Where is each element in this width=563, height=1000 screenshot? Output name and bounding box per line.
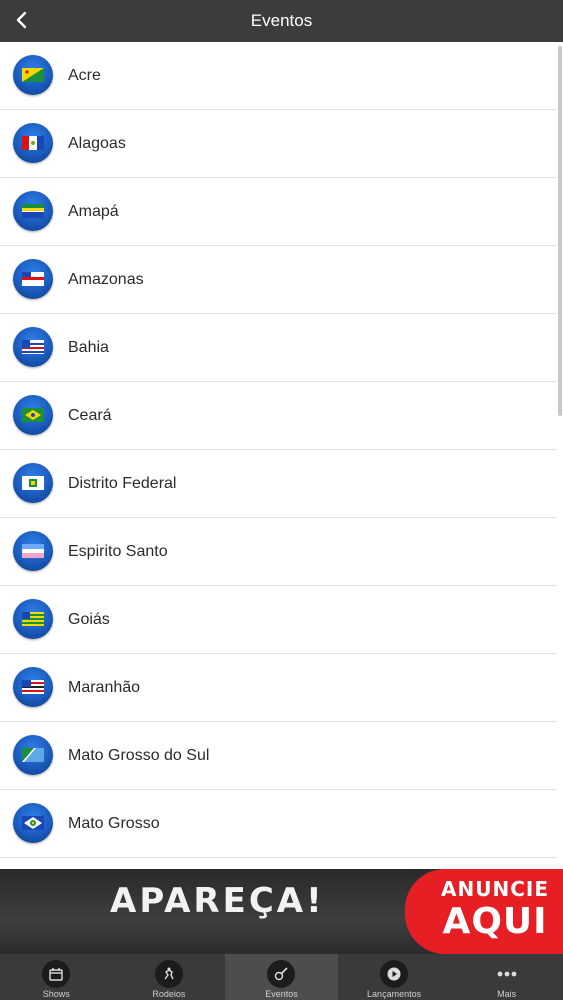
list-item-bahia[interactable]: Bahia	[0, 314, 557, 382]
list-item-label: Alagoas	[68, 135, 126, 152]
list-item-amazonas[interactable]: Amazonas	[0, 246, 557, 314]
list-item-espirito-santo[interactable]: Espirito Santo	[0, 518, 557, 586]
list-item-goias[interactable]: Goiás	[0, 586, 557, 654]
tab-bar: Shows Rodeios Eventos Lançamentos Mais	[0, 954, 563, 1000]
banner-cta-line1: ANUNCIE	[441, 877, 549, 901]
list-item-label: Maranhão	[68, 679, 141, 696]
list-item-maranhao[interactable]: Maranhão	[0, 654, 557, 722]
rodeo-icon	[154, 960, 183, 988]
list-item-label: Mato Grosso do Sul	[68, 747, 210, 764]
list-item-label: Bahia	[68, 339, 109, 356]
tab-shows[interactable]: Shows	[0, 954, 113, 1000]
flag-amazonas-icon	[13, 259, 53, 299]
list-item-ceara[interactable]: Ceará	[0, 382, 557, 450]
list-item-label: Ceará	[68, 407, 112, 424]
guitar-icon	[267, 960, 296, 988]
list-item-alagoas[interactable]: Alagoas	[0, 110, 557, 178]
page-title: Eventos	[250, 11, 313, 30]
list-item-amapa[interactable]: Amapá	[0, 178, 557, 246]
list-item-acre[interactable]: Acre	[0, 42, 557, 110]
flag-amapa-icon	[13, 191, 53, 231]
flag-mato-grosso-icon	[13, 803, 53, 843]
flag-ceara-icon	[13, 395, 53, 435]
flag-espirito-santo-icon	[13, 531, 53, 571]
flag-acre-icon	[13, 55, 53, 95]
list-item-partial[interactable]	[0, 858, 557, 868]
calendar-icon	[42, 960, 71, 988]
more-icon	[493, 960, 521, 988]
list-scrollbar[interactable]	[558, 46, 562, 416]
tab-label: Shows	[42, 989, 70, 999]
flag-maranhao-icon	[13, 667, 53, 707]
tab-rodeios[interactable]: Rodeios	[113, 954, 226, 1000]
state-list[interactable]: Acre Alagoas Amapá Amazonas Bahia Ceará	[0, 42, 557, 868]
tab-label: Mais	[497, 989, 517, 999]
list-item-label: Amapá	[68, 203, 119, 220]
list-item-mato-grosso[interactable]: Mato Grosso	[0, 790, 557, 858]
flag-alagoas-icon	[13, 123, 53, 163]
flag-mato-grosso-do-sul-icon	[13, 735, 53, 775]
list-item-label: Amazonas	[68, 271, 144, 288]
list-item-label: Distrito Federal	[68, 475, 177, 492]
top-bar: Eventos	[0, 0, 563, 42]
ad-banner[interactable]: APAREÇA! ANUNCIE AQUI	[0, 869, 563, 954]
tab-label: Lançamentos	[367, 989, 422, 999]
flag-distrito-federal-icon	[13, 463, 53, 503]
list-item-label: Acre	[68, 67, 101, 84]
tab-eventos[interactable]: Eventos	[225, 954, 338, 1000]
flag-goias-icon	[13, 599, 53, 639]
list-item-distrito-federal[interactable]: Distrito Federal	[0, 450, 557, 518]
banner-cta-line2: AQUI	[442, 901, 548, 942]
tab-label: Eventos	[265, 989, 298, 999]
tab-lancamentos[interactable]: Lançamentos	[338, 954, 451, 1000]
list-item-label: Goiás	[68, 611, 110, 628]
tab-label: Rodeios	[152, 989, 186, 999]
banner-main-text: APAREÇA!	[110, 881, 325, 921]
list-item-label: Espirito Santo	[68, 543, 168, 560]
list-item-label: Mato Grosso	[68, 815, 160, 832]
tab-mais[interactable]: Mais	[450, 954, 563, 1000]
flag-bahia-icon	[13, 327, 53, 367]
list-item-mato-grosso-do-sul[interactable]: Mato Grosso do Sul	[0, 722, 557, 790]
play-icon	[380, 960, 409, 988]
